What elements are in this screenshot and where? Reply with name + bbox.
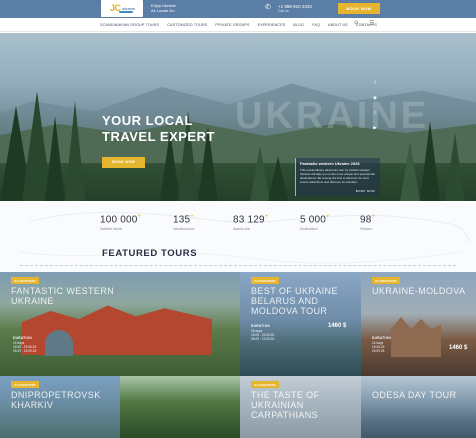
hero-card-link[interactable]: BOOK NOW <box>356 189 375 193</box>
tagline-line-2: As Locals Do <box>151 8 175 13</box>
logo[interactable]: JC ukraine <box>101 0 143 17</box>
nav-item-about-us[interactable]: ABOUT US <box>328 23 348 27</box>
twitter-icon[interactable]: t <box>372 110 378 115</box>
tour-card-odesa-day-tour[interactable]: ODESA DAY TOUR <box>361 376 476 438</box>
tree-shape <box>400 141 420 201</box>
tree-shape <box>250 146 270 201</box>
hero-banner: UKRAINE YOUR LOCAL TRAVEL EXPERT BOOK NO… <box>0 33 476 201</box>
search-icon[interactable]: ⚲ <box>354 21 358 28</box>
tour-title: ODESA DAY TOUR <box>372 390 457 400</box>
tour-duration: 14 days 15.06.26 24.09.26 <box>372 341 385 353</box>
duration-label: DURATION <box>251 324 270 328</box>
map-outline-decoration <box>19 211 471 264</box>
tour-price: 1460 $ <box>328 323 347 329</box>
top-header-bar: JC ukraine Enjoy Ukraine As Locals Do ✆ … <box>0 0 476 18</box>
dashed-route-divider <box>20 265 456 266</box>
tour-title: THE TASTE OF UKRAINIAN CARPATHIANS <box>251 390 320 420</box>
tour-duration: 14 days 15.06 - 29.06.26 06.09 - 19.09.26 <box>13 341 37 353</box>
hero-title-line-2: TRAVEL EXPERT <box>102 129 215 144</box>
tour-card-fantastic-western-ukraine[interactable]: GUARANTEED FANTASTIC WESTERN UKRAINE DURA… <box>0 272 240 376</box>
hero-title: YOUR LOCAL TRAVEL EXPERT <box>102 113 215 145</box>
tree-shape <box>268 156 288 201</box>
menu-icon[interactable]: ☰ <box>369 21 374 28</box>
guaranteed-badge: GUARANTEED <box>372 277 400 284</box>
nav-item-private-groups[interactable]: PRIVATE GROUPS <box>215 23 249 27</box>
tree-shape <box>445 133 465 201</box>
featured-tours-heading: FEATURED TOURS <box>102 248 198 259</box>
tour-card-best-of-ukraine[interactable]: GUARANTEED BEST OF UKRAINE BELARUS AND MOL… <box>240 272 361 376</box>
stat-value: 5 000+ <box>300 214 330 226</box>
nav-item-scandinavian-group-tours[interactable]: SCANDINAVIAN GROUP TOURS <box>100 23 159 27</box>
tour-title: UKRAINE-MOLDOVA <box>372 286 466 296</box>
dome-shape <box>45 330 73 356</box>
stats-section: 100 000+ Satisfied clients 135+ Individu… <box>0 202 476 272</box>
phone-icon: ✆ <box>265 4 271 11</box>
guaranteed-badge: GUARANTEED <box>11 381 39 388</box>
tree-shape <box>65 101 85 201</box>
hero-featured-tour-card[interactable]: Fantastic western Ukraine 2026 This extr… <box>295 158 380 196</box>
guaranteed-badge: GUARANTEED <box>251 277 279 284</box>
youtube-icon[interactable]: ▶ <box>372 125 378 131</box>
stat-label: Individual tours <box>173 227 195 232</box>
main-navigation: SCANDINAVIAN GROUP TOURS CUSTOMIZED TOUR… <box>0 18 476 32</box>
stat-value: 135+ <box>173 214 195 226</box>
phone-number[interactable]: +1 888 910 2434 Call us <box>278 4 312 14</box>
duration-label: DURATION <box>13 336 32 340</box>
tour-card-forest-image[interactable] <box>120 376 240 438</box>
nav-item-blog[interactable]: BLOG <box>293 23 304 27</box>
facebook-icon[interactable]: f <box>372 80 378 85</box>
tour-card-ukraine-moldova[interactable]: GUARANTEED UKRAINE-MOLDOVA DURATION 14 d… <box>361 272 476 376</box>
tagline: Enjoy Ukraine As Locals Do <box>151 3 176 13</box>
stat-value: 83 129+ <box>233 214 269 226</box>
tour-title: FANTASTIC WESTERN UKRAINE <box>11 286 115 306</box>
tour-duration: 16 days 15.06 - 29.06.26 06.09 - 19.09.26 <box>251 329 275 341</box>
stat-label: Satisfied clients <box>100 227 123 232</box>
fortress-shape <box>391 317 441 357</box>
hero-book-now-button[interactable]: BOOK NOW <box>102 157 145 168</box>
stat-destinations: 5 000+ Destinations <box>300 214 330 231</box>
stat-individual-tours: 135+ Individual tours <box>173 214 194 231</box>
instagram-icon[interactable]: ◉ <box>372 95 378 101</box>
nav-menu: SCANDINAVIAN GROUP TOURS CUSTOMIZED TOUR… <box>100 18 377 32</box>
stat-awards: 83 129+ Awards won <box>233 214 269 231</box>
hero-card-title: Fantastic western Ukraine 2026 <box>300 161 360 166</box>
guaranteed-badge: GUARANTEED <box>11 277 39 284</box>
stat-partners: 98+ Partners <box>360 214 375 231</box>
stat-label: Awards won <box>233 227 251 232</box>
stat-satisfied-clients: 100 000+ Satisfied clients <box>100 214 141 231</box>
tour-price: 1460 $ <box>449 345 468 351</box>
logo-swoosh <box>119 11 133 13</box>
hero-title-line-1: YOUR LOCAL <box>102 113 193 128</box>
header-book-now-button[interactable]: BOOK NOW <box>338 3 380 14</box>
tour-card-dnipropetrovsk-kharkiv[interactable]: GUARANTEED DNIPROPETROVSK KHARKIV <box>0 376 120 438</box>
stat-value: 98+ <box>360 214 376 226</box>
tour-title: DNIPROPETROVSK KHARKIV <box>11 390 101 410</box>
nav-item-faq[interactable]: FAQ <box>312 23 320 27</box>
nav-item-customized-tours[interactable]: CUSTOMIZED TOURS <box>167 23 207 27</box>
stat-value: 100 000+ <box>100 214 142 226</box>
stat-label: Destinations <box>300 227 318 232</box>
nav-item-experiences[interactable]: EXPERIENCES <box>258 23 286 27</box>
hero-background-word: UKRAINE <box>235 95 430 137</box>
stat-label: Partners <box>360 227 373 232</box>
tree-shape <box>45 116 65 201</box>
tour-title: BEST OF UKRAINE BELARUS AND MOLDOVA TOUR <box>251 286 338 316</box>
hero-card-description: This extraordinary adventure tour by col… <box>300 168 376 184</box>
guaranteed-badge: GUARANTEED <box>251 381 279 388</box>
duration-label: DURATION <box>372 336 391 340</box>
phone-subtext: Call us <box>278 9 289 13</box>
tour-card-taste-of-carpathians[interactable]: GUARANTEED THE TASTE OF UKRAINIAN CARPATHI… <box>240 376 361 438</box>
